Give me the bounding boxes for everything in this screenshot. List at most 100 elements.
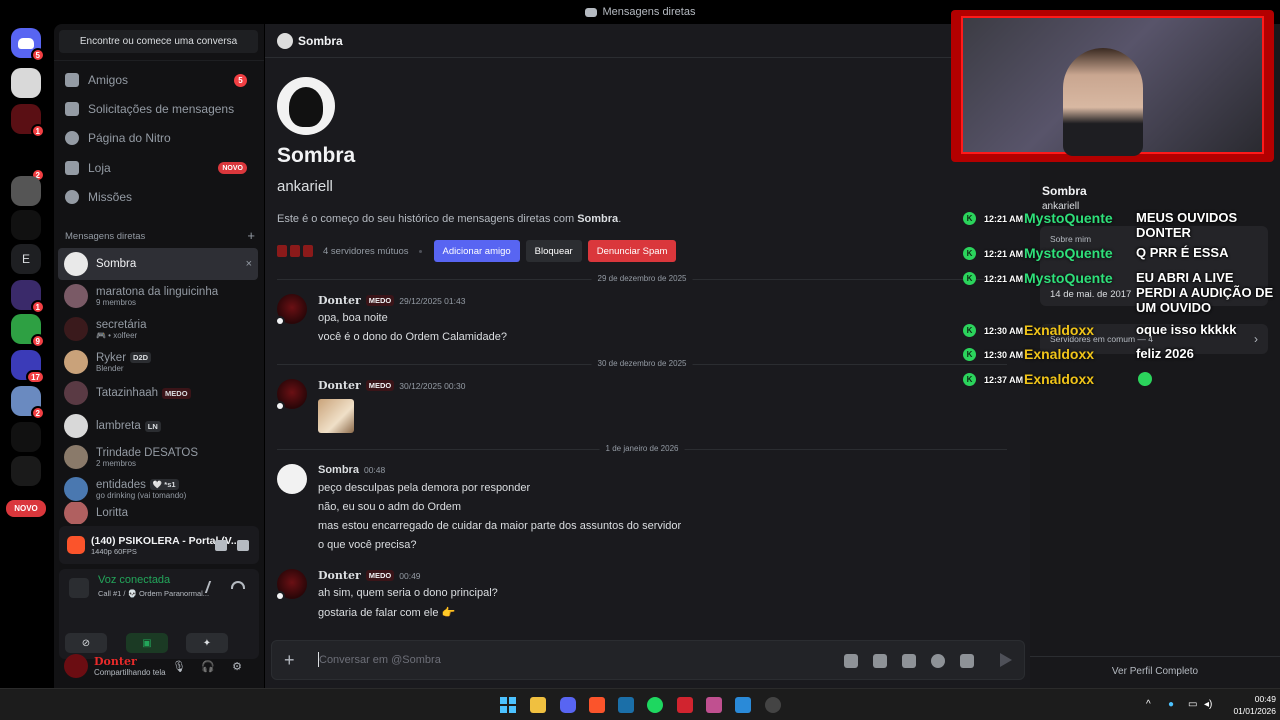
- voice-status[interactable]: Voz conectada: [98, 574, 170, 586]
- server-badge: 2: [30, 406, 45, 420]
- nav-shop[interactable]: Loja NOVO: [58, 155, 254, 181]
- nav-friends[interactable]: Amigos 5: [58, 67, 254, 93]
- dm-item[interactable]: secretária 🎮 • xolfeer: [58, 313, 258, 345]
- noise-suppression-icon[interactable]: [204, 581, 224, 593]
- server-icon[interactable]: [11, 176, 41, 206]
- app-icon[interactable]: [765, 697, 781, 713]
- profile-avatar-large[interactable]: [277, 77, 335, 135]
- block-button[interactable]: Bloquear: [525, 240, 582, 262]
- dm-item[interactable]: Trindade DESATOS 2 membros: [58, 441, 258, 473]
- stream-settings-icon[interactable]: [237, 539, 249, 551]
- apps-icon[interactable]: [960, 654, 974, 668]
- mutual-server-icons[interactable]: [277, 245, 313, 257]
- nav-message-requests[interactable]: Solicitações de mensagens: [58, 96, 254, 122]
- message-text: você é o dono do Ordem Calamidade?: [318, 331, 507, 343]
- chat-title[interactable]: Sombra: [298, 34, 343, 48]
- app-icon[interactable]: [735, 697, 751, 713]
- author-name[interactable]: Donter: [318, 379, 361, 392]
- server-icon[interactable]: E: [11, 244, 41, 274]
- timestamp: 00:48: [363, 465, 386, 475]
- disconnect-icon[interactable]: [231, 581, 245, 589]
- system-clock[interactable]: 00:49 01/01/2026: [1222, 693, 1276, 717]
- windows-start-icon[interactable]: [500, 697, 516, 713]
- server-icon[interactable]: [11, 210, 41, 240]
- dm-item[interactable]: entidades 🤍 *s1 go drinking (vai tomando): [58, 473, 258, 505]
- headphones-icon[interactable]: 🎧: [201, 659, 215, 673]
- activity-panel[interactable]: (140) PSIKOLERA - Portal (V... 1440p 60F…: [59, 526, 259, 564]
- timestamp: 30/12/2025 00:30: [399, 380, 466, 391]
- dm-item-sombra[interactable]: Sombra ×: [58, 248, 258, 280]
- voice-channel[interactable]: Call #1 / 💀 Ordem Paranormal...: [98, 589, 209, 598]
- nav-nitro[interactable]: Página do Nitro: [58, 125, 254, 151]
- image-attachment[interactable]: [318, 399, 354, 433]
- server-icon[interactable]: [11, 68, 41, 98]
- discord-icon: [584, 7, 597, 17]
- user-avatar[interactable]: [64, 654, 88, 678]
- author-avatar[interactable]: [275, 569, 307, 601]
- dm-item[interactable]: maratona da linguicinha 9 membros: [58, 280, 258, 312]
- server-icon[interactable]: 1: [11, 280, 45, 314]
- app-icon[interactable]: [706, 697, 722, 713]
- mutual-servers-link[interactable]: 4 servidores mútuos: [323, 246, 409, 257]
- steam-icon[interactable]: [618, 697, 634, 713]
- signal-icon[interactable]: [69, 578, 89, 598]
- stop-stream-icon[interactable]: [215, 539, 227, 551]
- home-button[interactable]: 5: [11, 28, 45, 62]
- webcam-feed: [961, 16, 1264, 156]
- server-icon[interactable]: [11, 422, 41, 452]
- server-icon[interactable]: 9: [11, 314, 45, 348]
- nav-quests[interactable]: Missões: [58, 184, 254, 210]
- window-title: Mensagens diretas: [602, 6, 696, 18]
- kick-icon: K: [963, 348, 976, 361]
- microphone-tray-icon[interactable]: ●: [1168, 699, 1174, 710]
- shop-icon: [65, 161, 79, 175]
- author-name[interactable]: Donter: [318, 294, 361, 307]
- emoji-icon[interactable]: [931, 654, 945, 668]
- server-icon[interactable]: 1: [11, 104, 45, 138]
- author-avatar[interactable]: [277, 464, 307, 494]
- gear-icon[interactable]: ⚙: [230, 659, 244, 673]
- author-name[interactable]: Sombra: [318, 464, 359, 476]
- novo-badge[interactable]: NOVO: [6, 500, 46, 517]
- find-conversation-button[interactable]: Encontre ou comece uma conversa: [59, 30, 258, 53]
- discord-taskbar-icon[interactable]: [560, 697, 576, 713]
- author-avatar[interactable]: [275, 379, 307, 411]
- message-text: ah sim, quem seria o dono principal?: [318, 587, 498, 599]
- volume-icon[interactable]: ◂): [1204, 699, 1212, 710]
- header-avatar[interactable]: [277, 32, 293, 49]
- file-explorer-icon[interactable]: [530, 697, 546, 713]
- create-dm-button[interactable]: +: [247, 228, 255, 243]
- amd-icon[interactable]: [677, 697, 693, 713]
- spotify-icon[interactable]: [647, 697, 663, 713]
- server-icon[interactable]: 2: [11, 148, 45, 182]
- message-text: o que você precisa?: [318, 539, 417, 551]
- kick-icon: K: [963, 212, 976, 225]
- microphone-icon[interactable]: 🎙: [172, 659, 186, 673]
- close-dm-icon[interactable]: ×: [246, 258, 252, 270]
- dm-item[interactable]: Ryker D2D Blender: [58, 346, 258, 378]
- sticker-icon[interactable]: [902, 654, 916, 668]
- server-icon[interactable]: 17: [11, 350, 45, 384]
- author-avatar[interactable]: [275, 294, 307, 326]
- composer-placeholder[interactable]: Conversar em @Sombra: [319, 654, 441, 666]
- dm-item[interactable]: Tatazinhaah MEDO: [58, 377, 258, 409]
- server-icon[interactable]: [11, 456, 41, 486]
- gif-icon[interactable]: [873, 654, 887, 668]
- dm-item[interactable]: lambreta LN: [58, 410, 258, 442]
- gift-icon[interactable]: [844, 654, 858, 668]
- view-full-profile-button[interactable]: Ver Perfil Completo: [1030, 656, 1280, 677]
- avatar: [64, 381, 88, 405]
- chevron-up-icon[interactable]: ^: [1146, 699, 1151, 710]
- network-icon[interactable]: ▭: [1188, 699, 1197, 710]
- message-text: gostaria de falar com ele 👉: [318, 607, 456, 619]
- attach-plus-icon[interactable]: +: [284, 651, 295, 669]
- message-composer[interactable]: + Conversar em @Sombra: [271, 640, 1025, 680]
- send-icon[interactable]: [1000, 653, 1012, 667]
- username[interactable]: Donter: [94, 655, 166, 668]
- report-spam-button[interactable]: Denunciar Spam: [587, 240, 677, 262]
- author-name[interactable]: Donter: [318, 569, 361, 582]
- dm-item[interactable]: Loritta: [58, 502, 258, 524]
- add-friend-button[interactable]: Adicionar amigo: [433, 240, 520, 262]
- brave-icon[interactable]: [589, 697, 605, 713]
- server-icon[interactable]: 2: [11, 386, 45, 420]
